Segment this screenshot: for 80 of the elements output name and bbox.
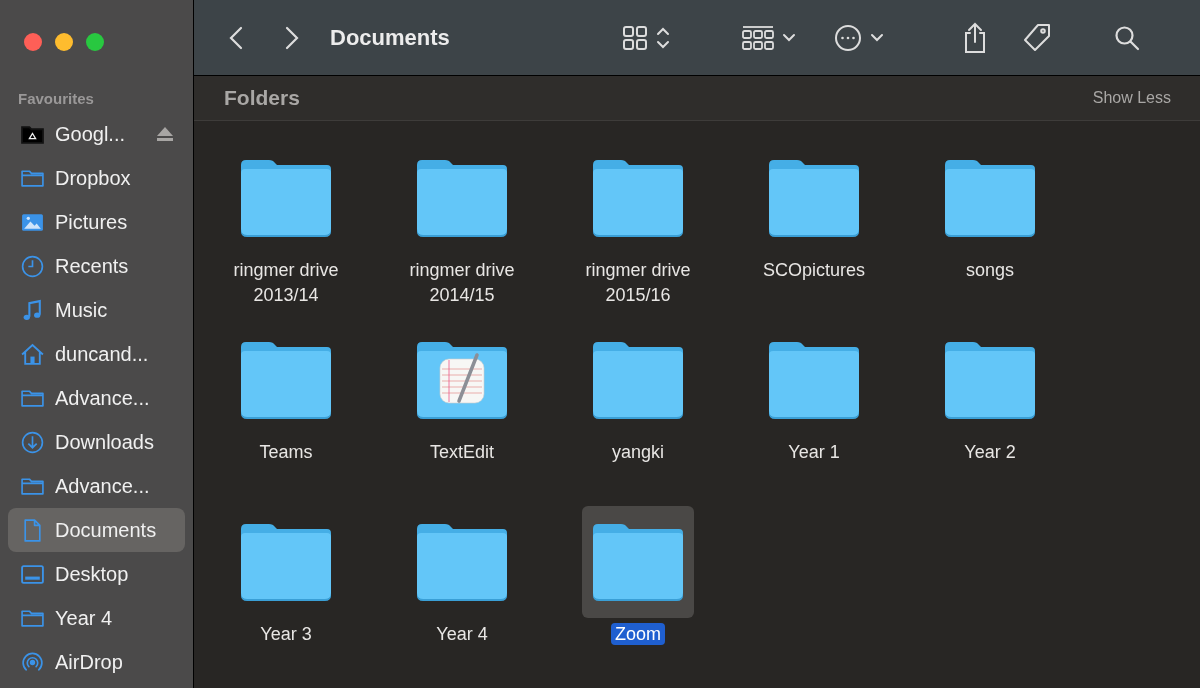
sidebar-item[interactable]: Downloads [8,420,185,464]
sidebar-item[interactable]: Advance... [8,464,185,508]
sidebar-label: Advance... [55,474,150,499]
sidebar-label: AirDrop [55,650,123,675]
sidebar-item[interactable]: duncand... [8,332,185,376]
sidebar-label: Desktop [55,562,129,587]
sidebar-item[interactable]: Music [8,288,185,332]
sidebar-heading: Favourites [17,89,95,109]
group-button[interactable] [742,24,796,51]
sidebar-label: Pictures [55,210,128,235]
sidebar-label: Documents [55,518,157,543]
folder-name: ringmer drive 2013/14 [232,259,340,307]
folder-name: Year 2 [963,441,1017,464]
folder-name: ringmer drive 2015/16 [584,259,692,307]
folder-icon [415,521,509,603]
folder-icon [591,157,685,239]
folder-icon [943,157,1037,239]
tag-icon [1022,22,1052,53]
sidebar-item[interactable]: Documents [8,508,185,552]
folder-icon [239,521,333,603]
minimize-button[interactable] [55,33,73,51]
folder-name: SCOpictures [761,259,866,282]
search-icon [1114,24,1140,51]
window-title: Documents [330,24,451,53]
show-less-button[interactable]: Show Less [1092,86,1171,111]
back-icon [229,25,243,50]
clock-icon [20,253,45,279]
tag-button[interactable] [1022,22,1052,53]
folder-name: Teams [258,441,314,464]
sidebar-item[interactable]: AirDrop [8,640,185,684]
folder-name: Zoom [563,622,713,647]
folder-icon [767,339,861,421]
home-icon [20,341,45,367]
folder-icon [415,157,509,239]
sidebar-label: Recents [55,254,129,279]
sidebar-item[interactable]: Year 4 [8,596,185,640]
search-button[interactable] [1114,24,1140,51]
sidebar-item[interactable]: Desktop [8,552,185,596]
folder-name: Year 1 [787,441,841,464]
textedit-folder-icon [415,339,509,421]
view-mode-button[interactable] [622,24,670,51]
share-icon [962,21,988,54]
folder-icon [767,157,861,239]
sidebar-item[interactable]: Pictures [8,200,185,244]
eject-icon[interactable] [156,126,174,142]
zoom-button[interactable] [86,33,104,51]
sidebar-label: Googl... [55,122,126,147]
share-button[interactable] [962,21,988,54]
folder-name: TextEdit [429,441,495,464]
group-icon [742,24,774,51]
sidebar-label: Music [55,298,108,323]
sidebar-label: Dropbox [55,166,131,191]
up-down-chevron-icon [656,25,670,50]
folder-name: Year 3 [259,623,313,646]
sidebar-item[interactable]: Googl... [8,112,185,156]
folder-name: yangki [611,441,665,464]
folder-icon [943,339,1037,421]
sidebar-item[interactable]: Dropbox [8,156,185,200]
grid-icon [622,24,648,51]
sidebar-label: Year 4 [55,606,113,631]
folder-icon [239,339,333,421]
ellipsis-circle-icon [834,23,862,52]
chevron-down-icon [870,32,884,43]
section-title: Folders [224,85,300,112]
more-button[interactable] [834,23,884,52]
folder-icon [591,521,685,603]
download-icon [20,429,45,455]
sidebar-item[interactable]: Advance... [8,376,185,420]
folder-name: ringmer drive 2014/15 [408,259,516,307]
close-button[interactable] [24,33,42,51]
folder-icon [239,157,333,239]
sidebar-label: Downloads [55,430,154,455]
sidebar-label: Advance... [55,386,150,411]
sidebar-label: duncand... [55,342,149,367]
forward-icon [285,25,299,50]
folder-name: songs [964,259,1015,282]
chevron-down-icon [782,32,796,43]
sidebar-item[interactable]: Recents [8,244,185,288]
folder-icon [591,339,685,421]
folder-name: Year 4 [435,623,489,646]
